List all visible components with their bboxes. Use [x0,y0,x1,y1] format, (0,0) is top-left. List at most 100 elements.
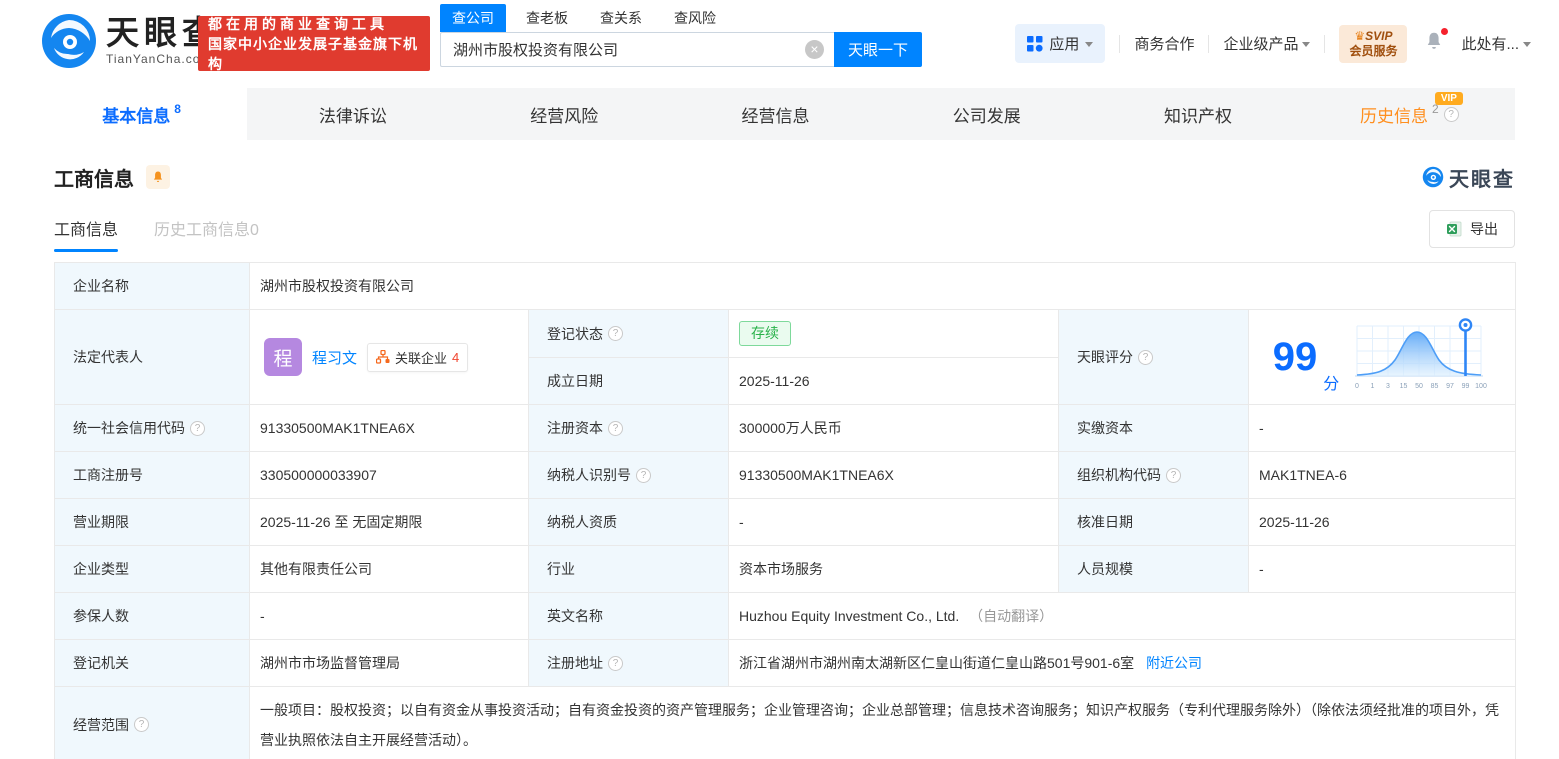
nearby-companies-link[interactable]: 附近公司 [1146,655,1202,671]
export-button[interactable]: 导出 [1429,210,1515,248]
search-tabs: 查公司 查老板 查关系 查风险 [440,4,922,32]
svg-text:1: 1 [1371,383,1375,390]
tianyancha-logo[interactable]: 天眼查 TianYanCha.com [40,12,220,70]
help-icon[interactable]: ? [1166,467,1181,483]
export-label: 导出 [1470,221,1498,237]
svg-text:15: 15 [1400,383,1408,390]
reg-capital-label: 注册资本 [547,420,603,436]
tab-operation-risk[interactable]: 经营风险 [459,88,670,140]
table-row: 经营范围? 一般项目：股权投资；以自有资金从事投资活动；自有资金投资的资产管理服… [54,686,1516,759]
tab-history-info-count: 2 [1431,102,1439,116]
taxpayer-quality-label: 纳税人资质 [547,514,617,530]
search-area: 查公司 查老板 查关系 查风险 × 天眼一下 [440,4,922,67]
business-cooperation-link[interactable]: 商务合作 [1134,33,1194,54]
surprise-menu[interactable]: 此处有... [1461,33,1531,54]
company-name-value: 湖州市股权投资有限公司 [260,278,414,294]
table-row: 法定代表人 程 程习文 关联企业 4 登记状态 ? 存续 天眼评分 ? 99 分… [54,309,1516,405]
search-tab-risk[interactable]: 查风险 [662,4,728,32]
table-row: 企业名称 湖州市股权投资有限公司 [54,262,1516,310]
tianyancha-watermark: 天眼查 [1422,163,1515,192]
taxpayer-quality-value: - [739,514,744,530]
subtab-business-info[interactable]: 工商信息 [54,216,119,252]
biz-term-label: 营业期限 [73,514,129,530]
business-info-table: 企业名称 湖州市股权投资有限公司 法定代表人 程 程习文 关联企业 4 登记状态… [54,262,1516,759]
tab-basic-info[interactable]: 基本信息 8 [36,88,248,140]
help-icon[interactable]: ? [608,655,623,671]
business-scope-label: 经营范围 [73,716,129,733]
approve-date-value: 2025-11-26 [1259,514,1330,530]
address-value: 浙江省湖州市湖州南太湖新区仁皇山街道仁皇山路501号901-6室 [739,655,1135,671]
tab-operation-info[interactable]: 经营信息 [670,88,881,140]
notification-bell-button[interactable] [1423,27,1450,57]
insured-num-label: 参保人数 [73,608,129,624]
tab-legal-litigation[interactable]: 法律诉讼 [247,88,458,140]
company-type-value: 其他有限责任公司 [260,561,372,577]
chevron-down-icon [1302,42,1311,47]
clear-search-icon[interactable]: × [805,40,824,59]
address-label: 注册地址 [547,655,603,671]
help-icon[interactable]: ? [608,420,623,436]
subscribe-bell-button[interactable] [146,165,170,189]
table-row: 参保人数 - 英文名称 Huzhou Equity Investment Co.… [54,592,1516,640]
watermark-text: 天眼查 [1449,168,1515,191]
tab-basic-info-label: 基本信息 [102,106,171,126]
divider [1208,34,1210,53]
tab-basic-info-count: 8 [174,102,181,116]
paid-capital-value: - [1259,420,1264,436]
insured-num-value: - [260,608,265,624]
english-name-label: 英文名称 [547,608,603,624]
svg-text:100: 100 [1475,383,1487,390]
taxpayer-no-value: 91330500MAK1TNEA6X [739,467,894,483]
vip-badge: VIP [1434,92,1463,105]
surprise-label: 此处有... [1461,36,1519,53]
chevron-down-icon [1523,42,1531,47]
table-row: 统一社会信用代码? 91330500MAK1TNEA6X 注册资本? 30000… [54,404,1516,452]
svip-member-button[interactable]: ♛SVIP 会员服务 [1339,24,1408,63]
score-axis-ticks: 0 1 3 15 50 85 97 99 100 [1355,383,1487,390]
subtab-history-business-info[interactable]: 历史工商信息0 [154,216,259,252]
help-icon[interactable]: ? [1443,106,1459,122]
company-type-label: 企业类型 [73,561,129,577]
reg-status-label: 登记状态 [547,325,603,342]
search-tab-relation[interactable]: 查关系 [588,4,654,32]
org-network-icon [376,350,390,364]
tab-history-info[interactable]: VIP 历史信息 2 ? [1304,88,1515,140]
svip-label: SVIP [1365,28,1393,43]
help-icon[interactable]: ? [608,326,623,341]
search-input[interactable] [440,32,834,67]
search-tab-company[interactable]: 查公司 [440,4,506,32]
svg-text:0: 0 [1355,383,1359,390]
help-icon[interactable]: ? [134,717,149,732]
enterprise-products-link[interactable]: 企业级产品 [1223,33,1311,54]
tianyancha-company-page: 天眼查 TianYanCha.com 都在用的商业查询工具 国家中小企业发展子基… [0,0,1559,759]
tab-company-development[interactable]: 公司发展 [881,88,1092,140]
apps-grid-icon [1027,35,1044,52]
promo-line1: 都在用的商业查询工具 [208,15,388,32]
org-code-value: MAK1TNEA-6 [1259,467,1347,483]
help-icon[interactable]: ? [1138,349,1153,365]
table-row: 营业期限 2025-11-26 至 无固定期限 纳税人资质 - 核准日期 202… [54,498,1516,546]
paid-capital-label: 实缴资本 [1077,420,1133,436]
tab-operation-risk-label: 经营风险 [530,106,599,126]
tianyancha-logo-icon [1422,166,1444,188]
related-companies-count: 4 [452,349,460,365]
industry-label: 行业 [547,561,575,577]
svg-text:99: 99 [1462,383,1470,390]
help-icon[interactable]: ? [636,467,651,483]
industry-value: 资本市场服务 [739,561,823,577]
related-companies-button[interactable]: 关联企业 4 [367,342,469,372]
apps-label: 应用 [1049,36,1080,53]
tab-intellectual-property[interactable]: 知识产权 [1092,88,1303,140]
table-row: 企业类型 其他有限责任公司 行业 资本市场服务 人员规模 - [54,545,1516,593]
search-bar: × 天眼一下 [440,32,922,67]
company-nav-tabs: 基本信息 8 法律诉讼 经营风险 经营信息 公司发展 知识产权 VIP 历史信息… [36,88,1515,140]
tyc-score-label: 天眼评分 [1077,349,1133,365]
help-icon[interactable]: ? [190,420,205,436]
tab-legal-litigation-label: 法律诉讼 [318,106,387,126]
apps-menu[interactable]: 应用 [1015,24,1106,63]
credit-code-value: 91330500MAK1TNEA6X [260,420,415,436]
legal-rep-name-link[interactable]: 程习文 [312,347,357,368]
search-button[interactable]: 天眼一下 [834,32,922,67]
search-tab-boss[interactable]: 查老板 [514,4,580,32]
legal-rep-avatar[interactable]: 程 [264,338,302,376]
